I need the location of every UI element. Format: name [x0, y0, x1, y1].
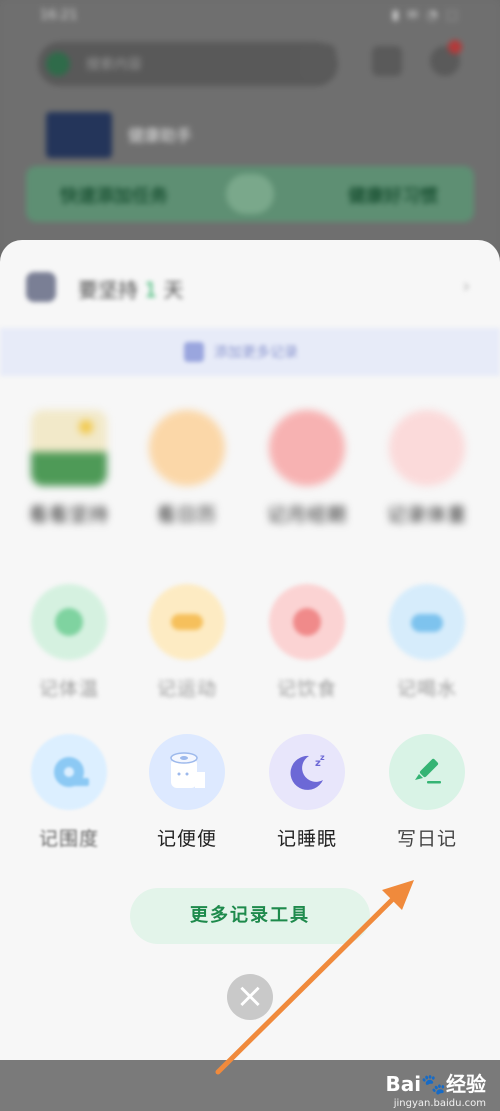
sheet-title: 要坚持 1 天 — [78, 274, 183, 303]
promo-left-text: 快速添加任务 — [60, 186, 168, 207]
svg-text:z: z — [320, 753, 325, 762]
more-tools-button[interactable]: 更多记录工具 — [130, 888, 370, 944]
promo-illustration-icon — [226, 174, 274, 214]
tool-calendar[interactable]: 看日历 — [132, 410, 242, 527]
thermometer-icon — [31, 584, 107, 660]
tool-weight[interactable]: 记录体重 — [372, 410, 482, 527]
notification-dot — [448, 40, 462, 54]
sheet-header[interactable]: 要坚持 1 天 › — [0, 240, 500, 320]
search-placeholder: 搜索内容 — [86, 57, 142, 73]
info-text: 添加更多记录 — [214, 345, 298, 361]
tool-label: 记体温 — [38, 678, 99, 700]
status-bar: 16:21 ▮ ✉ ◔ ⬚ — [0, 0, 500, 32]
baidu-watermark: Bai🐾经验 — [385, 1068, 486, 1097]
circle-icon — [269, 410, 345, 486]
scan-icon[interactable] — [300, 44, 336, 80]
background-app: 16:21 ▮ ✉ ◔ ⬚ 搜索内容 健康助手 快速添加任务 健康好习惯 — [0, 0, 500, 250]
promo-right-text: 健康好习惯 — [348, 186, 438, 207]
tool-label: 记运动 — [156, 678, 217, 700]
banner-thumbnail — [46, 112, 112, 158]
close-icon[interactable]: × — [227, 974, 273, 1020]
watermark-url: jingyan.baidu.com — [393, 1098, 486, 1109]
tape-measure-icon — [31, 734, 107, 810]
tool-label: 看日历 — [156, 504, 217, 526]
tool-label: 记喝水 — [396, 678, 457, 700]
banner-title: 健康助手 — [128, 126, 193, 145]
cloud-icon — [149, 410, 225, 486]
leaf-logo-icon — [46, 52, 70, 76]
watermark-brand-left: Bai — [385, 1072, 422, 1096]
tool-label: 记录体重 — [386, 504, 467, 526]
tool-girth[interactable]: 记围度 — [14, 734, 124, 851]
tool-label: 记便便 — [156, 828, 217, 850]
search-bar[interactable]: 搜索内容 — [38, 42, 338, 86]
title-highlight: 1 — [144, 278, 158, 302]
bell-icon[interactable] — [430, 40, 462, 76]
message-icon[interactable] — [372, 46, 402, 76]
scene-icon — [31, 410, 107, 486]
tool-temperature[interactable]: 记体温 — [14, 584, 124, 701]
tool-period[interactable]: 记月经期 — [252, 410, 362, 527]
tool-label: 记饮食 — [276, 678, 337, 700]
pen-icon — [389, 734, 465, 810]
watermark-brand-right: 经验 — [446, 1072, 486, 1096]
water-icon — [389, 584, 465, 660]
toilet-paper-icon — [149, 734, 225, 810]
tool-label: 记月经期 — [266, 504, 347, 526]
moon-icon: z z — [269, 734, 345, 810]
tool-sleep[interactable]: z z 记睡眠 — [252, 734, 362, 851]
tool-scene[interactable]: 看看坚持 — [14, 410, 124, 527]
status-icons: ▮ ✉ ◔ ⬚ — [391, 8, 460, 23]
tool-sport[interactable]: 记运动 — [132, 584, 242, 701]
info-icon — [184, 342, 204, 362]
sport-icon — [149, 584, 225, 660]
tool-label: 看看坚持 — [28, 504, 109, 526]
scale-icon — [389, 410, 465, 486]
paw-icon: 🐾 — [421, 1072, 446, 1096]
tool-label: 写日记 — [396, 828, 457, 850]
calendar-icon — [26, 272, 56, 302]
food-icon — [269, 584, 345, 660]
record-tools-sheet: 要坚持 1 天 › 添加更多记录 看看坚持 看日历 记月经期 记录体重 记体温 … — [0, 240, 500, 1060]
tool-poop[interactable]: 记便便 — [132, 734, 242, 851]
title-prefix: 要坚持 — [78, 278, 138, 302]
title-suffix: 天 — [163, 278, 184, 302]
status-time: 16:21 — [40, 8, 78, 23]
tool-label: 记睡眠 — [276, 828, 337, 850]
tool-water[interactable]: 记喝水 — [372, 584, 482, 701]
promo-banner[interactable]: 快速添加任务 健康好习惯 — [26, 166, 474, 222]
tool-label: 记围度 — [38, 828, 99, 850]
tool-diary[interactable]: 写日记 — [372, 734, 482, 851]
chevron-right-icon[interactable]: › — [463, 276, 470, 297]
info-bar[interactable]: 添加更多记录 — [0, 328, 500, 376]
tool-food[interactable]: 记饮食 — [252, 584, 362, 701]
